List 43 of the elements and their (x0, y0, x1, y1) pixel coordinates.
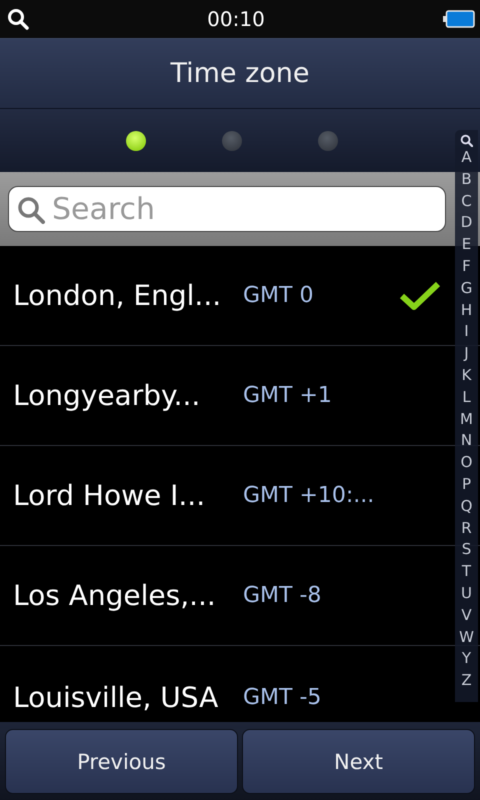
index-letter[interactable]: L (462, 386, 471, 409)
previous-button[interactable]: Previous (5, 729, 238, 794)
index-letter[interactable]: D (460, 212, 472, 234)
index-letter[interactable]: I (464, 321, 469, 344)
search-field[interactable]: Search (8, 186, 446, 232)
index-letter[interactable]: Q (460, 496, 472, 518)
gmt-offset: GMT +1 (243, 383, 332, 408)
index-letter[interactable]: K (462, 364, 472, 387)
index-letter[interactable]: T (462, 561, 472, 583)
index-letter[interactable]: H (460, 300, 472, 322)
search-icon[interactable] (460, 134, 473, 147)
page-title: Time zone (170, 58, 310, 89)
clock: 00:10 (207, 7, 265, 31)
gmt-offset: GMT -5 (243, 685, 322, 710)
index-letter[interactable]: W (459, 626, 474, 648)
index-letter[interactable]: Z (461, 670, 472, 692)
gmt-offset: GMT +10:... (243, 483, 374, 508)
index-letter[interactable]: A (461, 147, 472, 169)
city-name: Lord Howe I... (13, 479, 206, 512)
city-name: Louisville, USA (13, 681, 220, 714)
page-dot[interactable] (318, 130, 338, 150)
index-letter[interactable]: O (460, 452, 472, 474)
city-name: Longyearby... (13, 379, 202, 412)
index-letter[interactable]: U (461, 582, 472, 605)
index-letter[interactable]: V (461, 604, 472, 627)
city-name: Los Angeles,... (13, 579, 217, 612)
page-dot[interactable] (126, 130, 146, 150)
city-name: London, Engl... (13, 279, 222, 312)
gmt-offset: GMT 0 (243, 283, 314, 308)
index-letter[interactable]: B (461, 168, 472, 191)
page-dot[interactable] (222, 130, 242, 150)
gmt-offset: GMT -8 (243, 583, 322, 608)
index-letter[interactable]: C (461, 190, 472, 212)
battery-icon (442, 10, 475, 28)
index-letter[interactable]: R (461, 518, 472, 540)
index-letter[interactable]: Y (462, 648, 472, 670)
index-letter[interactable]: F (462, 256, 471, 278)
index-letter[interactable]: M (460, 408, 473, 430)
index-letter[interactable]: J (464, 343, 469, 365)
index-letter[interactable]: G (460, 278, 472, 300)
index-letter[interactable]: P (462, 474, 472, 496)
search-icon[interactable] (7, 8, 29, 30)
next-button[interactable]: Next (242, 729, 475, 794)
